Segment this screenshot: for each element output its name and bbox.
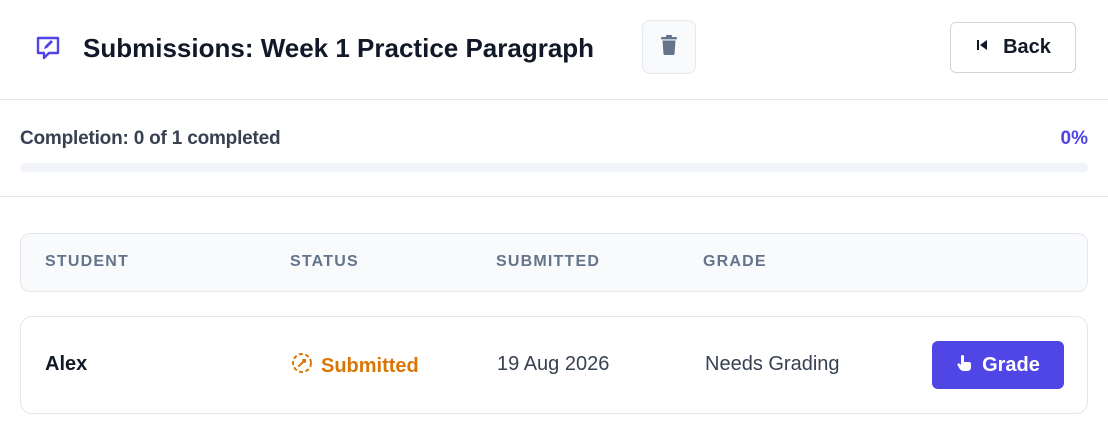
table-header: STUDENT STATUS SUBMITTED GRADE bbox=[20, 233, 1088, 292]
completion-label: Completion: 0 of 1 completed bbox=[20, 128, 281, 149]
back-button[interactable]: Back bbox=[950, 22, 1076, 73]
skip-back-icon bbox=[975, 38, 989, 57]
grade-button-label: Grade bbox=[982, 353, 1040, 376]
table-row: Alex Submitted 19 Aug 2026 Needs Grading… bbox=[20, 316, 1088, 414]
back-label: Back bbox=[1003, 36, 1051, 58]
pointer-hand-icon bbox=[956, 354, 972, 377]
clock-dashed-icon bbox=[291, 352, 313, 380]
student-name: Alex bbox=[45, 353, 88, 375]
page-header: Submissions: Week 1 Practice Paragraph B… bbox=[0, 0, 1108, 100]
status-text: Submitted bbox=[321, 354, 419, 377]
column-header-status: STATUS bbox=[290, 253, 359, 270]
completion-percent: 0% bbox=[1060, 128, 1088, 149]
submitted-date: 19 Aug 2026 bbox=[497, 353, 610, 375]
completion-section: Completion: 0 of 1 completed 0% bbox=[0, 100, 1108, 197]
column-header-grade: GRADE bbox=[703, 253, 767, 270]
status-badge: Submitted bbox=[291, 352, 419, 380]
column-header-student: STUDENT bbox=[45, 253, 129, 270]
grade-status: Needs Grading bbox=[705, 353, 840, 375]
delete-button[interactable] bbox=[642, 20, 696, 74]
column-header-submitted: SUBMITTED bbox=[496, 253, 601, 270]
progress-bar bbox=[20, 163, 1088, 172]
edit-note-icon bbox=[33, 33, 63, 63]
trash-icon bbox=[660, 34, 678, 60]
grade-button[interactable]: Grade bbox=[932, 341, 1064, 389]
page-title: Submissions: Week 1 Practice Paragraph bbox=[83, 33, 595, 63]
